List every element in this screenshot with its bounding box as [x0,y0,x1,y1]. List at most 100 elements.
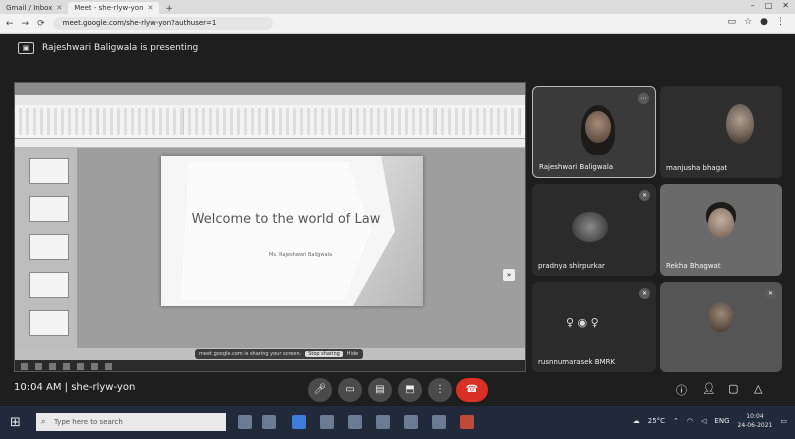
browser-tab-meet[interactable]: Meet - she-rlyw-yon ✕ [68,2,160,14]
slide-thumbnail[interactable] [29,310,69,336]
time-and-code: 10:04 AM | she-rlyw-yon [14,382,136,393]
tab-label: Gmail / Inbox [6,4,53,12]
slide-thumbnail[interactable] [29,158,69,184]
close-icon[interactable]: ✕ [56,2,62,14]
ribbon [15,105,525,139]
participant-name: Rekha Bhagwat [666,262,721,270]
shared-taskbar [15,360,525,371]
profile-icon[interactable]: ● [760,17,768,27]
info-icon[interactable]: ⓘ [676,382,687,398]
new-tab-button[interactable]: + [159,4,179,14]
windows-start-icon[interactable]: ⊞ [10,415,21,430]
slide-thumbnails [15,148,77,348]
participant-video [708,208,734,238]
star-icon[interactable]: ☆ [744,17,752,27]
task-view-icon[interactable] [238,415,252,429]
slide-title: Welcome to the world of Law [191,212,381,227]
reload-icon[interactable]: ⟳ [37,19,45,29]
taskbar-search[interactable]: ⌕ Type here to search [36,413,226,431]
clock-date: 24-06-2021 [737,422,773,429]
presenting-banner: ▣ Rajeshwari Baligwala is presenting [18,42,198,54]
weather-icon: ☁ [632,417,640,425]
participant-tile[interactable]: manjusha bhagat [660,86,782,178]
more-icon[interactable]: ⋯ [638,93,649,104]
participant-tile[interactable]: ✕ pradnya shirpurkar [532,184,656,276]
app-icon [49,363,56,370]
system-tray: ☁ 25°C ⌃ ◠ ◁ ENG 10:04 24-06-2021 ▭ [633,412,787,430]
volume-icon[interactable]: ◁ [701,417,706,425]
close-icon[interactable]: ✕ [148,2,154,14]
stop-sharing-button[interactable]: Stop sharing [305,351,343,357]
app-icon [35,363,42,370]
chevron-up-icon[interactable]: ⌃ [673,417,679,425]
browser-tab-gmail[interactable]: Gmail / Inbox ✕ [0,2,68,14]
mic-icon[interactable]: 🎤︎ [308,378,332,402]
maximize-button[interactable]: □ [765,1,773,10]
taskbar-app-icon[interactable] [262,415,276,429]
powerpoint-icon[interactable] [460,415,474,429]
camera-icon[interactable]: ▭ [338,378,362,402]
ribbon-group [440,108,521,135]
presenting-text: Rajeshwari Baligwala is presenting [42,43,199,53]
meet-window: ▣ Rajeshwari Baligwala is presenting Wel… [0,34,795,406]
slide-editor: Welcome to the world of Law Ms. Rajeshwa… [77,148,525,348]
taskbar-app-icon[interactable] [348,415,362,429]
more-options-icon[interactable]: ⋮ [428,378,452,402]
minimize-button[interactable]: – [751,1,755,10]
forward-icon[interactable]: → [22,19,30,29]
shared-screen[interactable]: Welcome to the world of Law Ms. Rajeshwa… [14,82,526,372]
app-icon [63,363,70,370]
slide-thumbnail[interactable] [29,234,69,260]
wifi-icon[interactable]: ◠ [687,417,693,425]
back-icon[interactable]: ← [6,19,14,29]
close-window-button[interactable]: ✕ [782,1,789,10]
ribbon-group [19,108,100,135]
mic-off-icon: ✕ [639,190,650,201]
ribbon-group [271,108,353,135]
captions-icon[interactable]: ▤ [368,378,392,402]
participant-video [726,104,754,144]
participant-tile[interactable]: ⋯ Rajeshwari Baligwala [532,86,656,178]
taskbar-app-icon[interactable] [404,415,418,429]
slide-thumbnail[interactable] [29,196,69,222]
participant-tile[interactable]: ♀ ◉ ♀ ✕ rusnnumarasek BMRK [532,282,656,372]
chat-icon[interactable]: ▢ [728,382,738,395]
participant-name: rusnnumarasek BMRK [538,358,616,366]
slide-subtitle: Ms. Rajeshwari Baligwala [269,252,333,258]
clock-time: 10:04 [746,413,764,420]
taskbar-clock[interactable]: 10:04 24-06-2021 [738,412,773,430]
end-call-button[interactable]: ☎ [456,378,488,402]
sharing-notice-text: meet.google.com is sharing your screen. [199,351,302,357]
participant-tile[interactable]: Rekha Bhagwat [660,184,782,276]
browser-toolbar-icons: ▭ ☆ ● ⋮ [728,17,785,27]
hide-button[interactable]: Hide [347,351,358,357]
present-icon[interactable]: ⬒ [398,378,422,402]
app-icon [91,363,98,370]
mic-icon: ♀ ◉ ♀ [566,316,599,329]
participant-name: manjusha bhagat [666,164,728,172]
taskbar-app-icon[interactable] [376,415,390,429]
activities-icon[interactable]: △ [754,382,762,395]
participant-video [585,111,611,143]
slide-thumbnail[interactable] [29,272,69,298]
notifications-icon[interactable]: ▭ [780,417,787,425]
camera-icon[interactable]: ▭ [728,17,737,27]
participant-tile[interactable]: ✕ [660,282,782,372]
taskbar-app-icon[interactable] [432,415,446,429]
chrome-icon[interactable] [292,415,306,429]
menu-icon[interactable]: ⋮ [776,17,785,27]
meet-control-bar: 10:04 AM | she-rlyw-yon 🎤︎ ▭ ▤ ⬒ ⋮ ☎ ⓘ 👤… [0,374,795,406]
app-icon [21,363,28,370]
language-text[interactable]: ENG [714,417,729,425]
taskbar-app-icon[interactable] [320,415,334,429]
ribbon-group [103,108,184,135]
screen: Gmail / Inbox ✕ Meet - she-rlyw-yon ✕ + … [0,0,795,439]
people-icon[interactable]: 👤︎ [702,382,716,395]
address-bar: ← → ⟳ meet.google.com/she-rlyw-yon?authu… [0,14,795,34]
participant-name: pradnya shirpurkar [538,262,605,270]
windows-taskbar: ⊞ ⌕ Type here to search ☁ 25°C ⌃ ◠ ◁ ENG… [0,406,795,439]
browser-tab-bar: Gmail / Inbox ✕ Meet - she-rlyw-yon ✕ + … [0,0,795,14]
url-field[interactable]: meet.google.com/she-rlyw-yon?authuser=1 [52,17,273,30]
participant-name: Rajeshwari Baligwala [539,163,614,171]
collapse-icon[interactable]: » [503,269,515,281]
